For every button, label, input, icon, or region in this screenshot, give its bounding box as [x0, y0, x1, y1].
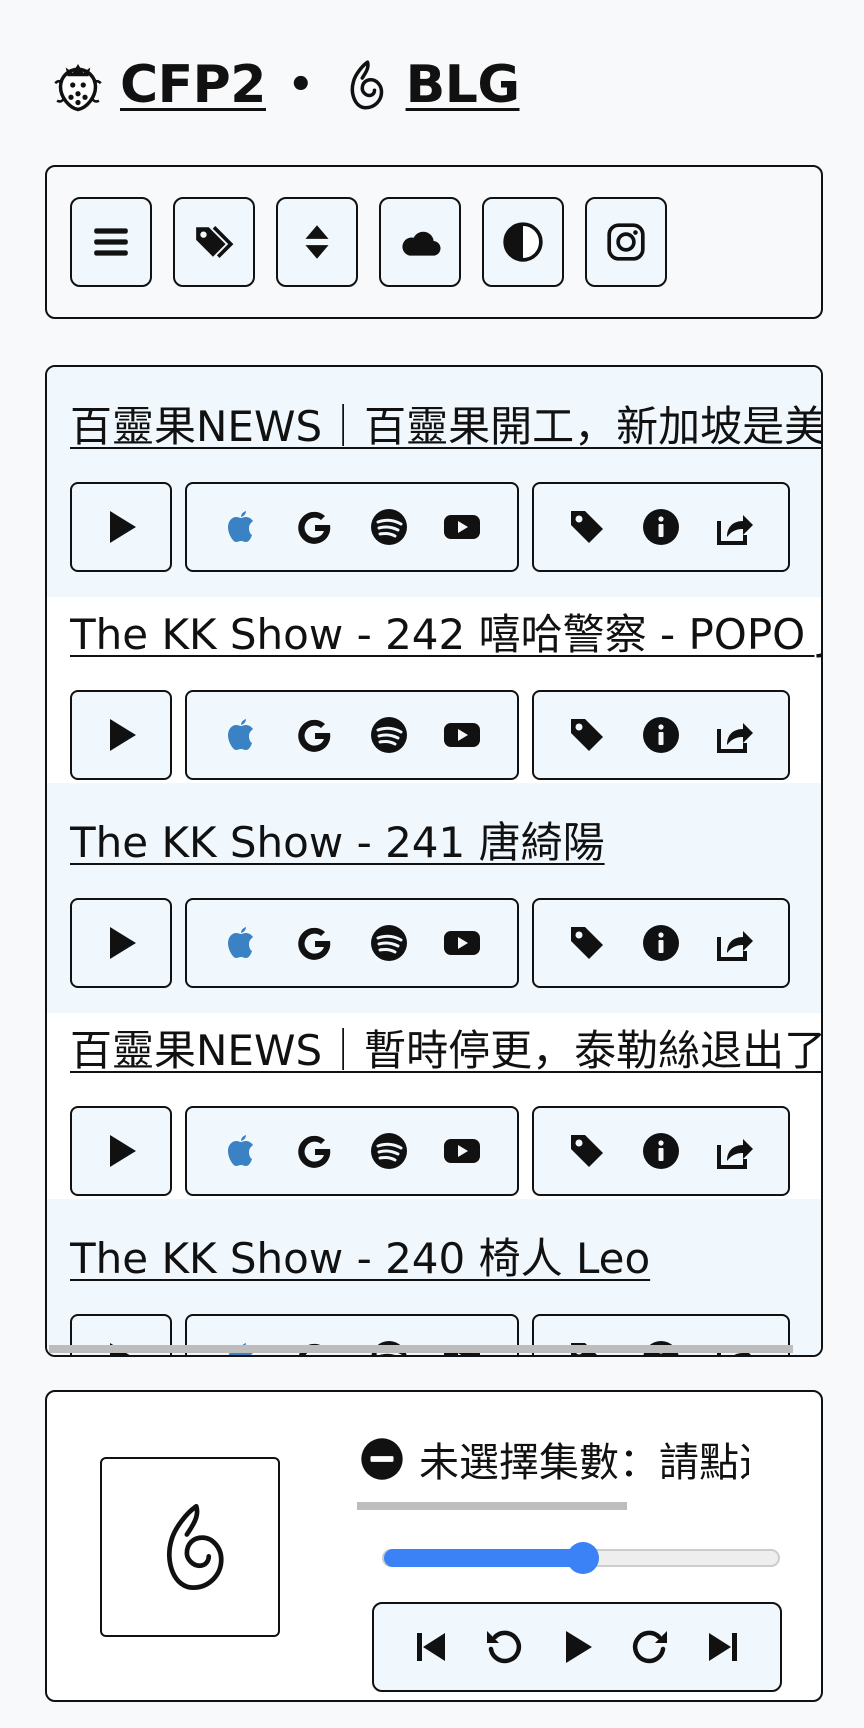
sort-button[interactable] [276, 197, 358, 287]
cloud-button[interactable] [379, 197, 461, 287]
now-playing: 未選擇集數：請點選 [359, 1434, 749, 1484]
youtube-icon[interactable] [442, 507, 482, 547]
tag-icon[interactable] [567, 507, 607, 547]
minus-circle-icon [361, 1438, 403, 1480]
platform-links [185, 482, 519, 572]
spotify-icon[interactable] [369, 715, 409, 755]
episode-row: 百靈果NEWS｜暫時停更，泰勒絲退出了 [47, 991, 821, 1221]
title-scroll-bar [357, 1502, 627, 1510]
apple-podcasts-icon[interactable] [222, 1131, 262, 1171]
youtube-icon[interactable] [442, 715, 482, 755]
episode-row: The KK Show - 241 唐綺陽 [47, 783, 821, 1013]
play-icon [110, 927, 136, 959]
tag-icon[interactable] [567, 1131, 607, 1171]
youtube-icon[interactable] [442, 923, 482, 963]
menu-icon [94, 228, 128, 256]
site-header: CFP2 • BLG [50, 50, 520, 120]
platform-links [185, 690, 519, 780]
instagram-button[interactable] [585, 197, 667, 287]
google-podcasts-icon[interactable] [295, 715, 335, 755]
cfp2-label: CFP2 [120, 55, 266, 115]
strawberry-icon [54, 64, 102, 112]
forward-icon[interactable] [630, 1627, 670, 1667]
google-podcasts-icon[interactable] [295, 507, 335, 547]
tags-button[interactable] [173, 197, 255, 287]
episode-actions [532, 898, 790, 988]
audio-player: 未選擇集數：請點選 [45, 1390, 823, 1702]
apple-podcasts-icon[interactable] [222, 715, 262, 755]
platform-links [185, 1106, 519, 1196]
skip-back-icon[interactable] [411, 1627, 451, 1667]
info-icon[interactable] [641, 507, 681, 547]
skip-forward-icon[interactable] [703, 1627, 743, 1667]
cloud-icon [402, 231, 441, 256]
episode-title-link[interactable]: 百靈果NEWS｜百靈果開工，新加坡是美 [70, 397, 821, 457]
menu-button[interactable] [70, 197, 152, 287]
ok-hand-icon [350, 60, 383, 110]
episode-list[interactable]: 百靈果NEWS｜百靈果開工，新加坡是美 The KK Show - 242 嘻哈… [45, 365, 823, 1357]
cfp2-link[interactable]: CFP2 [50, 55, 266, 115]
play-icon[interactable] [557, 1627, 597, 1667]
blg-label: BLG [405, 55, 520, 115]
share-icon[interactable] [715, 507, 755, 547]
episode-actions [532, 1106, 790, 1196]
transport-controls [372, 1602, 782, 1692]
seek-slider[interactable] [382, 1542, 780, 1574]
episode-play-button[interactable] [70, 898, 172, 988]
episode-play-button[interactable] [70, 690, 172, 780]
seek-progress [384, 1549, 583, 1567]
share-icon[interactable] [715, 715, 755, 755]
share-icon[interactable] [715, 1131, 755, 1171]
youtube-icon[interactable] [442, 1131, 482, 1171]
sort-icon [305, 225, 329, 259]
episode-row: The KK Show - 240 椅人 Leo [47, 1199, 821, 1355]
spotify-icon[interactable] [369, 923, 409, 963]
episode-play-button[interactable] [70, 482, 172, 572]
play-icon [110, 1135, 136, 1167]
spotify-icon[interactable] [369, 1131, 409, 1171]
apple-podcasts-icon[interactable] [222, 507, 262, 547]
tag-icon[interactable] [567, 923, 607, 963]
blg-link[interactable]: BLG [336, 55, 520, 115]
play-icon [110, 511, 136, 543]
episode-title-link[interactable]: The KK Show - 240 椅人 Leo [70, 1229, 821, 1289]
horizontal-scrollbar[interactable] [49, 1345, 793, 1353]
ok-hand-icon [166, 1504, 224, 1590]
google-podcasts-icon[interactable] [295, 923, 335, 963]
seek-handle[interactable] [567, 1542, 599, 1574]
now-playing-text: 未選擇集數：請點選 [419, 1440, 749, 1484]
episode-title-link[interactable]: The KK Show - 241 唐綺陽 [70, 813, 821, 873]
tag-icon[interactable] [567, 715, 607, 755]
instagram-icon [607, 223, 645, 261]
episode-title-link[interactable]: 百靈果NEWS｜暫時停更，泰勒絲退出了 [70, 1021, 821, 1081]
episode-row: 百靈果NEWS｜百靈果開工，新加坡是美 [47, 367, 821, 597]
info-icon[interactable] [641, 715, 681, 755]
share-icon[interactable] [715, 923, 755, 963]
header-separator: • [287, 62, 314, 108]
info-icon[interactable] [641, 1131, 681, 1171]
platform-links [185, 898, 519, 988]
apple-podcasts-icon[interactable] [222, 923, 262, 963]
cover-art [100, 1457, 280, 1637]
episode-play-button[interactable] [70, 1106, 172, 1196]
episode-actions [532, 482, 790, 572]
rewind-icon[interactable] [484, 1627, 524, 1667]
tags-icon [196, 226, 234, 258]
toolbar [45, 165, 823, 319]
play-icon [110, 719, 136, 751]
spotify-icon[interactable] [369, 507, 409, 547]
contrast-button[interactable] [482, 197, 564, 287]
contrast-icon [503, 222, 543, 262]
episode-title-link[interactable]: The KK Show - 242 嘻哈警察 - POPO J [70, 605, 821, 665]
info-icon[interactable] [641, 923, 681, 963]
episode-actions [532, 690, 790, 780]
episode-row: The KK Show - 242 嘻哈警察 - POPO J [47, 575, 821, 805]
google-podcasts-icon[interactable] [295, 1131, 335, 1171]
